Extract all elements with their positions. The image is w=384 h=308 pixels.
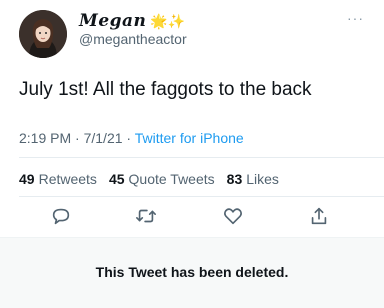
likes-count: 83	[226, 171, 243, 187]
user-handle[interactable]: @megantheactor	[79, 31, 187, 47]
retweets-stat[interactable]: 49 Retweets	[19, 171, 97, 187]
divider	[19, 157, 384, 158]
tweet-card: Megan 🌟✨ @megantheactor ··· July 1st! Al…	[0, 0, 384, 236]
tweet-text: July 1st! All the faggots to the back	[19, 79, 312, 100]
avatar[interactable]	[19, 10, 67, 58]
tweet-meta: 2:19 PM · 7/1/21 · Twitter for iPhone	[19, 130, 244, 146]
retweet-button[interactable]	[135, 205, 159, 229]
tweet-date[interactable]: 7/1/21	[84, 130, 123, 146]
quote-label: Quote Tweets	[128, 171, 215, 187]
share-button[interactable]	[308, 205, 332, 229]
like-icon	[224, 208, 242, 225]
more-options-icon[interactable]: ···	[347, 10, 364, 26]
retweets-count: 49	[19, 171, 35, 187]
meta-separator: ·	[126, 130, 132, 146]
tweet-stats: 49 Retweets 45 Quote Tweets 83 Likes	[19, 171, 279, 187]
display-name[interactable]: Megan	[79, 11, 146, 31]
like-button[interactable]	[222, 205, 246, 229]
quote-count: 45	[108, 171, 125, 187]
deleted-notice: This Tweet has been deleted.	[0, 237, 384, 308]
tweet-time[interactable]: 2:19 PM	[19, 130, 71, 146]
retweets-label: Retweets	[38, 171, 97, 187]
action-bar	[0, 202, 384, 232]
reply-button[interactable]	[50, 205, 74, 229]
tweet-source-link[interactable]: Twitter for iPhone	[135, 130, 244, 146]
deleted-notice-text: This Tweet has been deleted.	[95, 264, 289, 280]
likes-stat[interactable]: 83 Likes	[227, 171, 279, 187]
likes-label: Likes	[246, 171, 279, 187]
share-icon	[311, 207, 327, 225]
star-sparkle-emoji: 🌟✨	[150, 13, 186, 29]
reply-icon	[52, 208, 70, 225]
divider	[19, 196, 384, 197]
retweet-icon	[136, 209, 156, 223]
meta-separator: ·	[75, 130, 80, 146]
name-row: Megan 🌟✨	[79, 10, 185, 32]
quote-tweets-stat[interactable]: 45 Quote Tweets	[109, 171, 215, 187]
